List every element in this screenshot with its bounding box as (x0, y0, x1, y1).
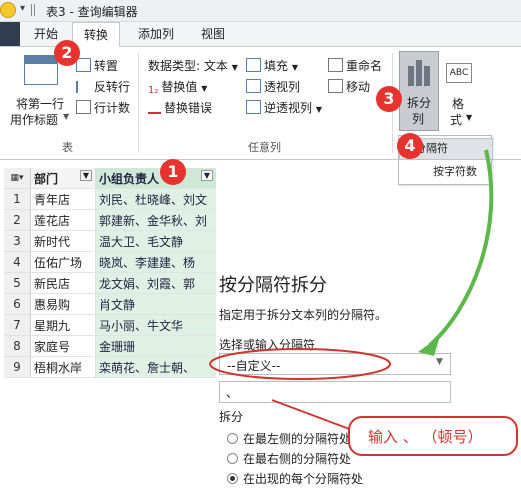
green-arrow-head (418, 336, 440, 356)
green-arrow (428, 149, 494, 347)
step-badge-2: 2 (54, 40, 80, 66)
step-badge-3: 3 (376, 86, 402, 112)
step-badge-4: 4 (397, 133, 423, 159)
callout-text: 输入 、 （顿号） (368, 428, 483, 446)
callout-box: 输入 、 （顿号） (348, 416, 518, 456)
step-badge-1: 1 (160, 159, 186, 185)
callout-pointer (271, 399, 353, 431)
select-highlight-ellipse (209, 348, 391, 380)
